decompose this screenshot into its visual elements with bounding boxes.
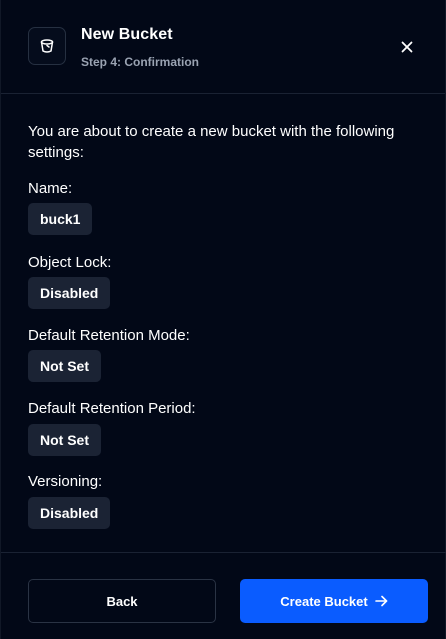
back-button[interactable]: Back bbox=[28, 579, 216, 623]
create-bucket-label: Create Bucket bbox=[280, 593, 368, 609]
close-icon bbox=[401, 41, 413, 53]
retention-period-value: Not Set bbox=[28, 424, 101, 456]
dialog-title: New Bucket bbox=[81, 26, 173, 43]
arrow-right-icon bbox=[374, 595, 388, 607]
retention-mode-label: Default Retention Mode: bbox=[28, 327, 190, 344]
object-lock-label: Object Lock: bbox=[28, 254, 112, 271]
back-button-label: Back bbox=[106, 593, 138, 609]
confirmation-intro: You are about to create a new bucket wit… bbox=[28, 123, 395, 161]
dialog-footer: Back Create Bucket bbox=[1, 552, 446, 639]
retention-period-label: Default Retention Period: bbox=[28, 400, 196, 417]
new-bucket-dialog: New Bucket Step 4: Confirmation You are … bbox=[0, 0, 446, 639]
dialog-subtitle: Step 4: Confirmation bbox=[81, 55, 200, 69]
name-label: Name: bbox=[28, 180, 73, 197]
retention-mode-value: Not Set bbox=[28, 350, 101, 382]
versioning-value: Disabled bbox=[28, 497, 111, 529]
dialog-header: New Bucket Step 4: Confirmation bbox=[1, 0, 445, 94]
name-value: buck1 bbox=[28, 203, 93, 235]
create-bucket-button[interactable]: Create Bucket bbox=[240, 579, 428, 623]
object-lock-value: Disabled bbox=[28, 277, 111, 309]
close-button[interactable] bbox=[397, 37, 417, 57]
bucket-icon bbox=[28, 27, 66, 65]
versioning-label: Versioning: bbox=[28, 473, 103, 490]
